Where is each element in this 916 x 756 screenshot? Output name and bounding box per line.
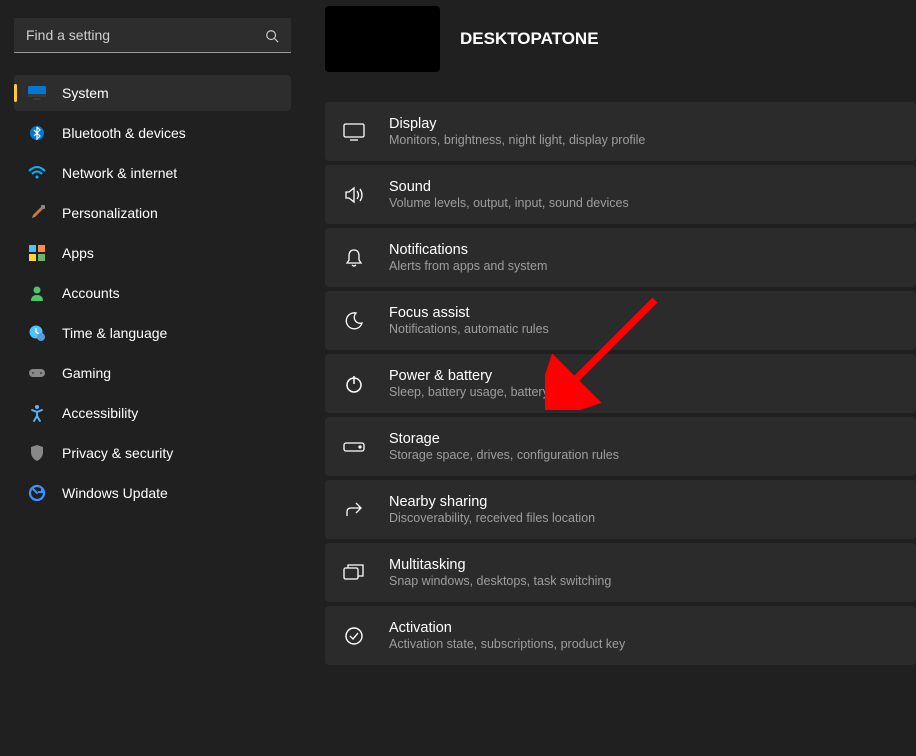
setting-notifications[interactable]: Notifications Alerts from apps and syste…: [325, 228, 916, 287]
nav-label: Gaming: [62, 365, 111, 381]
nav-label: Accessibility: [62, 405, 138, 421]
setting-title: Sound: [389, 179, 629, 195]
setting-activation[interactable]: Activation Activation state, subscriptio…: [325, 606, 916, 665]
pc-name: DESKTOPATONE: [460, 29, 599, 49]
multitasking-icon: [343, 562, 365, 584]
setting-title: Power & battery: [389, 368, 583, 384]
sound-icon: [343, 184, 365, 206]
nav-label: Network & internet: [62, 165, 177, 181]
nav-item-bluetooth[interactable]: Bluetooth & devices: [14, 115, 291, 151]
system-icon: [28, 84, 46, 102]
nav-label: Windows Update: [62, 485, 168, 501]
gamepad-icon: [28, 364, 46, 382]
setting-title: Nearby sharing: [389, 494, 595, 510]
setting-subtitle: Notifications, automatic rules: [389, 322, 549, 336]
setting-title: Storage: [389, 431, 619, 447]
setting-power-battery[interactable]: Power & battery Sleep, battery usage, ba…: [325, 354, 916, 413]
nav-label: Time & language: [62, 325, 167, 341]
nav-item-system[interactable]: System: [14, 75, 291, 111]
nav-item-network[interactable]: Network & internet: [14, 155, 291, 191]
settings-list: Display Monitors, brightness, night ligh…: [325, 102, 916, 665]
nav-item-time-language[interactable]: Time & language: [14, 315, 291, 351]
setting-subtitle: Storage space, drives, configuration rul…: [389, 448, 619, 462]
nav-label: Bluetooth & devices: [62, 125, 186, 141]
share-icon: [343, 499, 365, 521]
setting-subtitle: Snap windows, desktops, task switching: [389, 574, 611, 588]
setting-text: Focus assist Notifications, automatic ru…: [389, 305, 549, 336]
setting-text: Storage Storage space, drives, configura…: [389, 431, 619, 462]
setting-title: Display: [389, 116, 645, 132]
setting-nearby-sharing[interactable]: Nearby sharing Discoverability, received…: [325, 480, 916, 539]
setting-title: Activation: [389, 620, 625, 636]
wifi-icon: [28, 164, 46, 182]
setting-subtitle: Sleep, battery usage, battery saver: [389, 385, 583, 399]
setting-text: Display Monitors, brightness, night ligh…: [389, 116, 645, 147]
nav-label: Personalization: [62, 205, 158, 221]
paintbrush-icon: [28, 204, 46, 222]
nav-label: System: [62, 85, 109, 101]
apps-icon: [28, 244, 46, 262]
pc-header: DESKTOPATONE: [325, 6, 916, 72]
nav-item-personalization[interactable]: Personalization: [14, 195, 291, 231]
setting-text: Power & battery Sleep, battery usage, ba…: [389, 368, 583, 399]
nav-item-privacy[interactable]: Privacy & security: [14, 435, 291, 471]
sidebar: System Bluetooth & devices Network & int…: [0, 0, 305, 756]
nav-item-accessibility[interactable]: Accessibility: [14, 395, 291, 431]
setting-subtitle: Monitors, brightness, night light, displ…: [389, 133, 645, 147]
power-icon: [343, 373, 365, 395]
bell-icon: [343, 247, 365, 269]
nav-item-accounts[interactable]: Accounts: [14, 275, 291, 311]
moon-icon: [343, 310, 365, 332]
setting-storage[interactable]: Storage Storage space, drives, configura…: [325, 417, 916, 476]
person-icon: [28, 284, 46, 302]
pc-thumbnail: [325, 6, 440, 72]
setting-subtitle: Activation state, subscriptions, product…: [389, 637, 625, 651]
setting-subtitle: Volume levels, output, input, sound devi…: [389, 196, 629, 210]
shield-icon: [28, 444, 46, 462]
search-input[interactable]: [14, 18, 291, 53]
setting-multitasking[interactable]: Multitasking Snap windows, desktops, tas…: [325, 543, 916, 602]
nav-label: Apps: [62, 245, 94, 261]
nav-list: System Bluetooth & devices Network & int…: [14, 75, 291, 511]
check-circle-icon: [343, 625, 365, 647]
setting-title: Focus assist: [389, 305, 549, 321]
storage-icon: [343, 436, 365, 458]
setting-text: Multitasking Snap windows, desktops, tas…: [389, 557, 611, 588]
setting-display[interactable]: Display Monitors, brightness, night ligh…: [325, 102, 916, 161]
setting-subtitle: Discoverability, received files location: [389, 511, 595, 525]
nav-item-apps[interactable]: Apps: [14, 235, 291, 271]
setting-sound[interactable]: Sound Volume levels, output, input, soun…: [325, 165, 916, 224]
nav-label: Accounts: [62, 285, 120, 301]
setting-title: Notifications: [389, 242, 547, 258]
setting-title: Multitasking: [389, 557, 611, 573]
nav-item-gaming[interactable]: Gaming: [14, 355, 291, 391]
setting-focus-assist[interactable]: Focus assist Notifications, automatic ru…: [325, 291, 916, 350]
setting-text: Nearby sharing Discoverability, received…: [389, 494, 595, 525]
bluetooth-icon: [28, 124, 46, 142]
clock-globe-icon: [28, 324, 46, 342]
display-icon: [343, 121, 365, 143]
nav-label: Privacy & security: [62, 445, 173, 461]
accessibility-icon: [28, 404, 46, 422]
main-content: DESKTOPATONE Display Monitors, brightnes…: [305, 0, 916, 756]
nav-item-windows-update[interactable]: Windows Update: [14, 475, 291, 511]
setting-text: Sound Volume levels, output, input, soun…: [389, 179, 629, 210]
setting-text: Notifications Alerts from apps and syste…: [389, 242, 547, 273]
search-container: [14, 18, 291, 53]
update-icon: [28, 484, 46, 502]
setting-text: Activation Activation state, subscriptio…: [389, 620, 625, 651]
setting-subtitle: Alerts from apps and system: [389, 259, 547, 273]
